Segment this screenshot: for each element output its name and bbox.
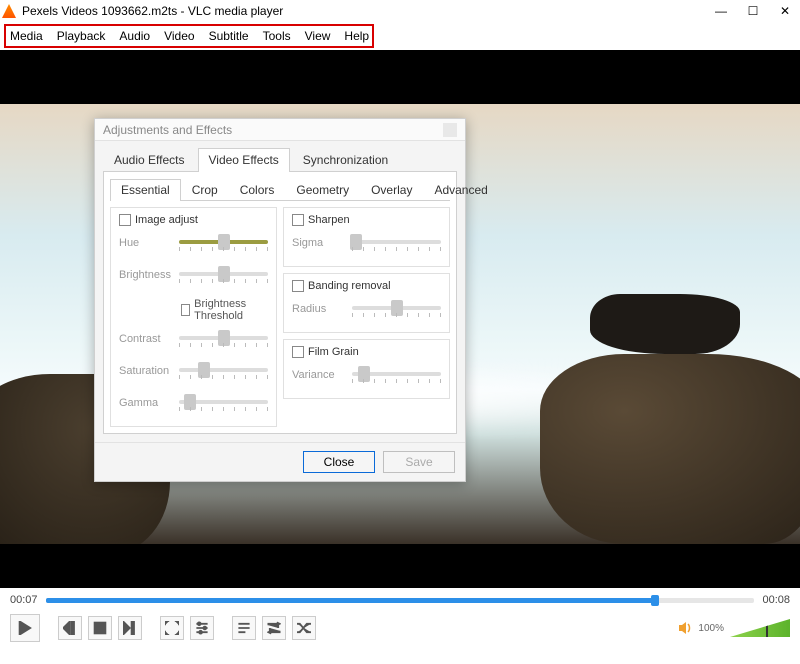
close-window-button[interactable]: ✕	[778, 4, 792, 18]
save-button[interactable]: Save	[383, 451, 455, 473]
filmgrain-checkbox[interactable]	[292, 346, 304, 358]
time-total: 00:08	[762, 594, 790, 606]
titlebar: Pexels Videos 1093662.m2ts - VLC media p…	[0, 0, 800, 22]
volume-slider[interactable]	[730, 619, 790, 637]
minimize-button[interactable]: —	[714, 4, 728, 18]
dialog-title: Adjustments and Effects	[103, 123, 232, 137]
window-title: Pexels Videos 1093662.m2ts - VLC media p…	[22, 4, 714, 18]
gamma-label: Gamma	[119, 397, 173, 409]
adjustments-dialog: Adjustments and Effects Audio Effects Vi…	[94, 118, 466, 482]
tabs-secondary: Essential Crop Colors Geometry Overlay A…	[110, 178, 450, 201]
brightness-label: Brightness	[119, 269, 173, 281]
tab-advanced[interactable]: Advanced	[423, 179, 498, 201]
image-adjust-checkbox[interactable]	[119, 214, 131, 226]
dialog-titlebar[interactable]: Adjustments and Effects	[95, 119, 465, 141]
menu-subtitle[interactable]: Subtitle	[209, 29, 249, 43]
menu-view[interactable]: View	[305, 29, 331, 43]
tab-crop[interactable]: Crop	[181, 179, 229, 201]
menu-help[interactable]: Help	[344, 29, 369, 43]
play-button[interactable]	[10, 614, 40, 642]
menu-video[interactable]: Video	[164, 29, 194, 43]
saturation-slider[interactable]	[179, 362, 268, 380]
radius-slider[interactable]	[352, 300, 441, 318]
sharpen-group: Sharpen Sigma	[283, 207, 450, 267]
variance-label: Variance	[292, 369, 346, 381]
tab-overlay[interactable]: Overlay	[360, 179, 423, 201]
brightness-threshold-checkbox[interactable]	[181, 304, 190, 316]
shuffle-button[interactable]	[292, 616, 316, 640]
tab-colors[interactable]: Colors	[229, 179, 286, 201]
sharpen-label: Sharpen	[308, 214, 350, 226]
filmgrain-group: Film Grain Variance	[283, 339, 450, 399]
player-controls: 00:07 00:08 100%	[0, 588, 800, 664]
menu-playback[interactable]: Playback	[57, 29, 106, 43]
tab-geometry[interactable]: Geometry	[285, 179, 360, 201]
volume-percent: 100%	[698, 623, 724, 634]
menu-bar: Media Playback Audio Video Subtitle Tool…	[4, 24, 374, 48]
sigma-slider[interactable]	[352, 234, 441, 252]
playlist-button[interactable]	[232, 616, 256, 640]
stop-button[interactable]	[88, 616, 112, 640]
tabs-primary: Audio Effects Video Effects Synchronizat…	[103, 147, 457, 172]
brightness-slider[interactable]	[179, 266, 268, 284]
variance-slider[interactable]	[352, 366, 441, 384]
brightness-threshold-label: Brightness Threshold	[194, 298, 268, 322]
maximize-button[interactable]: ☐	[746, 4, 760, 18]
tab-essential[interactable]: Essential	[110, 179, 181, 201]
saturation-label: Saturation	[119, 365, 173, 377]
radius-label: Radius	[292, 303, 346, 315]
banding-group: Banding removal Radius	[283, 273, 450, 333]
sigma-label: Sigma	[292, 237, 346, 249]
seek-bar[interactable]	[46, 595, 755, 605]
hue-label: Hue	[119, 237, 173, 249]
banding-label: Banding removal	[308, 280, 391, 292]
contrast-slider[interactable]	[179, 330, 268, 348]
menu-media[interactable]: Media	[10, 29, 43, 43]
hue-slider[interactable]	[179, 234, 268, 252]
prev-button[interactable]	[58, 616, 82, 640]
sharpen-checkbox[interactable]	[292, 214, 304, 226]
close-button[interactable]: Close	[303, 451, 375, 473]
menu-audio[interactable]: Audio	[119, 29, 150, 43]
speaker-icon[interactable]	[678, 620, 694, 636]
contrast-label: Contrast	[119, 333, 173, 345]
dialog-close-icon[interactable]	[443, 123, 457, 137]
tab-synchronization[interactable]: Synchronization	[292, 148, 399, 172]
tab-video-effects[interactable]: Video Effects	[198, 148, 290, 172]
ext-settings-button[interactable]	[190, 616, 214, 640]
gamma-slider[interactable]	[179, 394, 268, 412]
tab-audio-effects[interactable]: Audio Effects	[103, 148, 196, 172]
menu-tools[interactable]: Tools	[263, 29, 291, 43]
image-adjust-label: Image adjust	[135, 214, 198, 226]
fullscreen-button[interactable]	[160, 616, 184, 640]
filmgrain-label: Film Grain	[308, 346, 359, 358]
banding-checkbox[interactable]	[292, 280, 304, 292]
image-adjust-group: Image adjust Hue Brightness	[110, 207, 277, 427]
time-elapsed: 00:07	[10, 594, 38, 606]
next-button[interactable]	[118, 616, 142, 640]
vlc-cone-icon	[2, 4, 16, 18]
loop-button[interactable]	[262, 616, 286, 640]
